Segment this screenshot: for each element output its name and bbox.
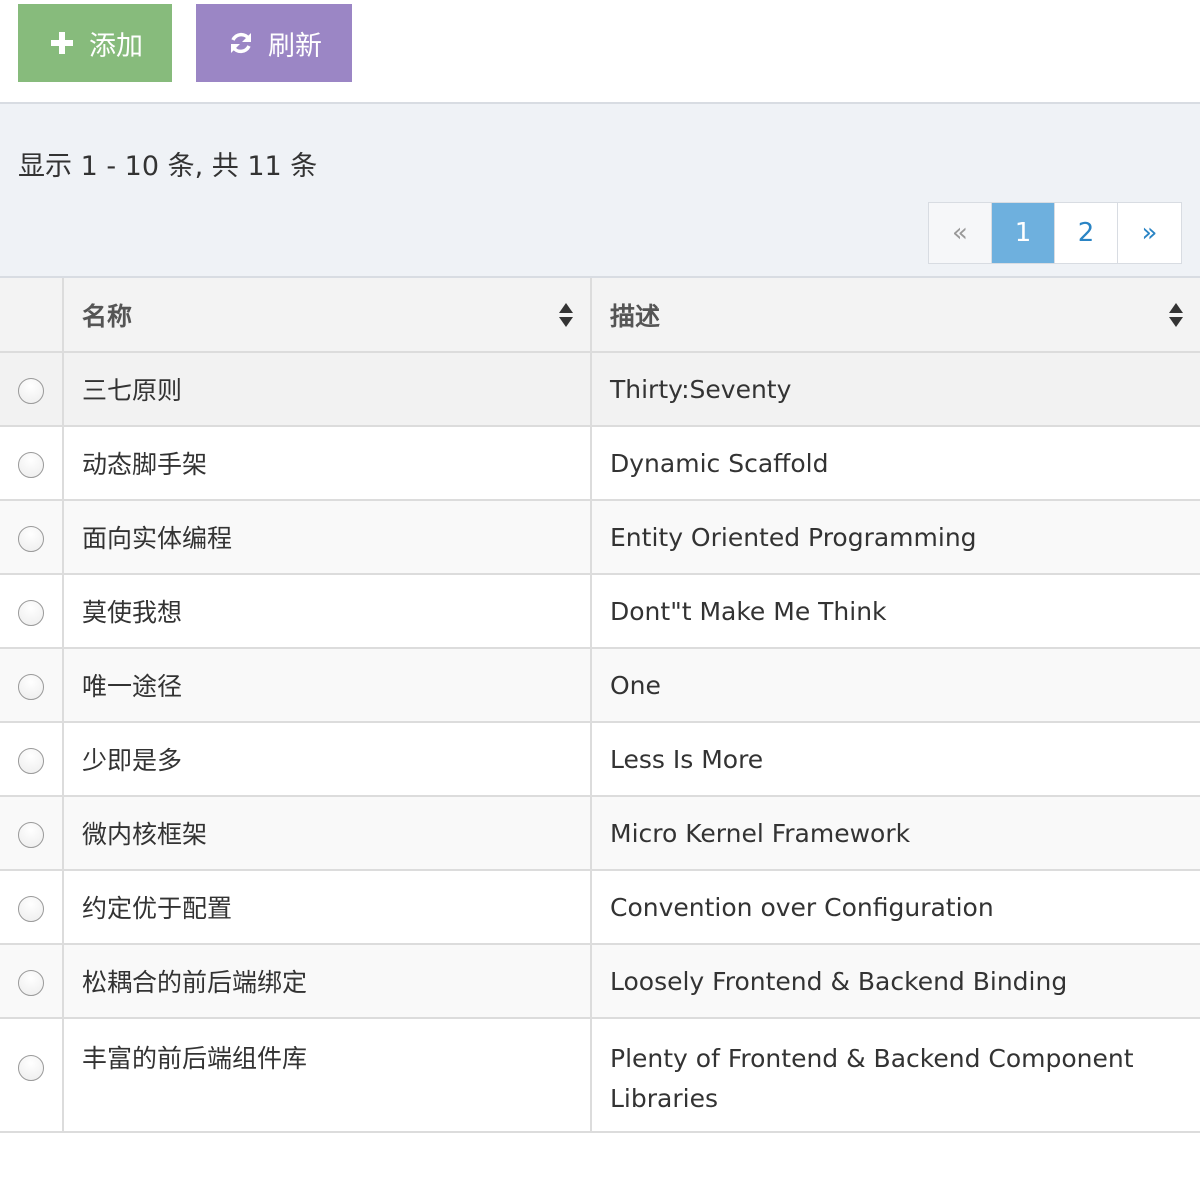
column-header-name[interactable]: 名称 [63,278,592,353]
row-description: Thirty:Seventy [591,352,1200,427]
row-description: Dynamic Scaffold [591,426,1200,501]
row-description: Plenty of Frontend & Backend Component L… [591,1018,1200,1133]
row-name: 动态脚手架 [63,426,592,501]
pagination-summary: 显示 1 - 10 条, 共 11 条 [18,151,318,182]
row-select-cell [0,500,64,575]
row-description: One [591,648,1200,723]
row-description: Less Is More [591,722,1200,797]
row-select-cell [0,352,64,427]
table-row[interactable]: 丰富的前后端组件库 Plenty of Frontend & Backend C… [0,1018,1200,1133]
pagination-next-button[interactable]: » [1118,203,1181,263]
row-radio[interactable] [18,451,44,478]
row-select-cell [0,574,64,649]
row-radio[interactable] [18,1055,44,1081]
pagination-panel: 显示 1 - 10 条, 共 11 条 « 1 2 » [0,102,1200,278]
add-button[interactable]: 添加 [18,4,172,82]
add-button-label: 添加 [89,30,143,62]
refresh-button[interactable]: 刷新 [196,4,352,82]
row-name: 三七原则 [63,352,592,427]
row-description: Convention over Configuration [591,870,1200,945]
table-row[interactable]: 三七原则 Thirty:Seventy [0,352,1200,427]
column-header-desc-label: 描述 [610,301,661,331]
row-name: 丰富的前后端组件库 [63,1018,592,1133]
row-select-cell [0,1018,64,1133]
table-header-row: 名称 描述 [0,278,1200,353]
table-row[interactable]: 面向实体编程 Entity Oriented Programming [0,500,1200,575]
row-description: Loosely Frontend & Backend Binding [591,944,1200,1019]
row-name: 莫使我想 [63,574,592,649]
table-row[interactable]: 动态脚手架 Dynamic Scaffold [0,426,1200,501]
data-table: 名称 描述 三七原则 Thirty:Seventy 动态脚手架 Dynamic … [0,278,1200,1133]
select-column-header [0,278,64,353]
plus-icon [47,28,77,58]
row-name: 微内核框架 [63,796,592,871]
pagination-page-1[interactable]: 1 [992,203,1055,263]
row-radio[interactable] [18,599,44,626]
row-radio[interactable] [18,377,44,404]
table-row[interactable]: 唯一途径 One [0,648,1200,723]
row-description: Dont"t Make Me Think [591,574,1200,649]
row-description: Micro Kernel Framework [591,796,1200,871]
row-radio[interactable] [18,969,44,996]
sort-icon[interactable] [558,302,574,328]
row-select-cell [0,722,64,797]
row-name: 少即是多 [63,722,592,797]
column-header-name-label: 名称 [82,301,133,331]
row-name: 面向实体编程 [63,500,592,575]
row-name: 松耦合的前后端绑定 [63,944,592,1019]
row-select-cell [0,426,64,501]
row-select-cell [0,944,64,1019]
row-select-cell [0,648,64,723]
table-row[interactable]: 莫使我想 Dont"t Make Me Think [0,574,1200,649]
refresh-button-label: 刷新 [268,30,322,62]
column-header-desc[interactable]: 描述 [591,278,1200,353]
table-row[interactable]: 少即是多 Less Is More [0,722,1200,797]
row-radio[interactable] [18,895,44,922]
table-row[interactable]: 约定优于配置 Convention over Configuration [0,870,1200,945]
row-radio[interactable] [18,747,44,774]
row-radio[interactable] [18,525,44,552]
row-radio[interactable] [18,673,44,700]
pagination: « 1 2 » [928,202,1182,264]
refresh-icon [226,28,256,58]
row-name: 约定优于配置 [63,870,592,945]
sort-icon[interactable] [1168,302,1184,328]
row-description: Entity Oriented Programming [591,500,1200,575]
pagination-page-2[interactable]: 2 [1055,203,1118,263]
row-select-cell [0,870,64,945]
row-name: 唯一途径 [63,648,592,723]
table-row[interactable]: 松耦合的前后端绑定 Loosely Frontend & Backend Bin… [0,944,1200,1019]
table-row[interactable]: 微内核框架 Micro Kernel Framework [0,796,1200,871]
row-radio[interactable] [18,821,44,848]
toolbar: 添加 刷新 [0,0,1200,102]
pagination-prev-button[interactable]: « [929,203,992,263]
row-select-cell [0,796,64,871]
